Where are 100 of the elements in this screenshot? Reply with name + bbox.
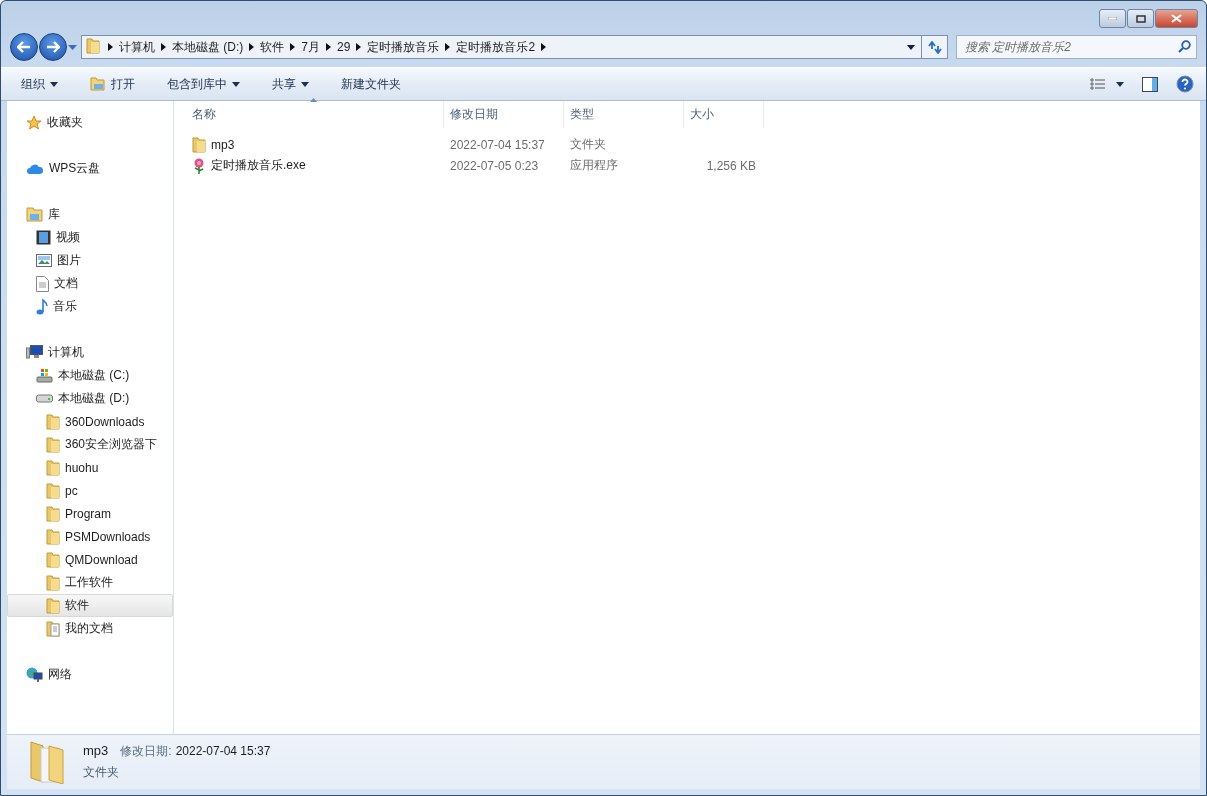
network-icon — [26, 666, 43, 683]
sidebar-item[interactable]: 库 — [7, 203, 173, 226]
toolbar-button[interactable]: 共享 — [264, 71, 317, 97]
minimize-button[interactable] — [1099, 9, 1126, 28]
folder-icon — [46, 528, 60, 545]
sidebar-item[interactable]: QMDownload — [7, 548, 173, 571]
breadcrumb[interactable]: 计算机 — [113, 38, 161, 56]
folder-icon — [46, 505, 60, 522]
recent-pages-caret-icon[interactable] — [68, 44, 77, 50]
sidebar-item[interactable]: 收藏夹 — [7, 111, 173, 134]
cloud-icon — [26, 162, 44, 175]
sidebar-item[interactable]: pc — [7, 479, 173, 502]
breadcrumb-arrow-icon[interactable] — [108, 43, 113, 51]
caret-icon — [1116, 81, 1124, 87]
drive-icon — [36, 368, 53, 383]
caret-icon — [50, 81, 58, 87]
sidebar-item[interactable]: 我的文档 — [7, 617, 173, 640]
help-icon[interactable] — [1176, 75, 1194, 93]
toolbar-button[interactable]: 组织 — [13, 71, 66, 97]
film-icon — [36, 230, 51, 245]
breadcrumb[interactable]: 7月 — [295, 38, 326, 56]
document-icon — [36, 275, 49, 292]
sidebar-item[interactable]: WPS云盘 — [7, 157, 173, 180]
library-icon — [26, 207, 43, 222]
breadcrumb-arrow-icon[interactable] — [161, 43, 166, 51]
column-header[interactable]: 修改日期 — [444, 101, 564, 128]
sidebar-item[interactable]: 图片 — [7, 249, 173, 272]
sidebar-item[interactable]: 360安全浏览器下 — [7, 433, 173, 456]
date-value: 2022-07-04 15:37 — [175, 744, 271, 758]
file-size-cell-text: 1,256 KB — [705, 158, 757, 173]
modified-date-cell-text: 2022-07-05 0:23 — [449, 158, 540, 173]
date-label: 修改日期: — [120, 743, 172, 760]
sidebar-item[interactable]: 计算机 — [7, 341, 173, 364]
folder-icon — [192, 136, 206, 153]
sidebar-item[interactable]: 文档 — [7, 272, 173, 295]
maximize-button[interactable] — [1127, 9, 1154, 28]
back-arrow-icon — [17, 41, 31, 53]
sidebar-item[interactable]: 视频 — [7, 226, 173, 249]
breadcrumb-arrow-icon[interactable] — [326, 43, 331, 51]
sidebar-item[interactable]: 工作软件 — [7, 571, 173, 594]
sidebar-item[interactable]: 音乐 — [7, 295, 173, 318]
file-name[interactable]: mp3 — [174, 136, 444, 153]
breadcrumb-arrow-icon[interactable] — [356, 43, 362, 51]
breadcrumb-arrow-icon[interactable] — [249, 43, 255, 51]
dropdown-caret-icon[interactable] — [907, 44, 915, 50]
large-folder-icon — [29, 740, 65, 784]
toolbar-button[interactable]: 新建文件夹 — [333, 71, 409, 97]
breadcrumb[interactable]: 29 — [331, 40, 357, 54]
item-name: mp3 — [83, 743, 109, 758]
forward-arrow-icon — [46, 41, 60, 53]
address-bar[interactable]: 计算机 本地磁盘 (D:) 软件 7月 29 定时播放音乐 定时播放音乐2 — [81, 35, 922, 59]
toolbar-button[interactable]: 打开 — [82, 71, 143, 97]
star-icon — [26, 114, 42, 131]
computer-icon — [26, 345, 43, 360]
sidebar-item[interactable]: 网络 — [7, 663, 173, 686]
sidebar-item[interactable]: PSMDownloads — [7, 525, 173, 548]
sidebar-item[interactable]: 本地磁盘 (C:) — [7, 364, 173, 387]
folder-icon — [46, 574, 60, 591]
minimize-icon — [1108, 17, 1117, 20]
search-icon[interactable] — [1178, 40, 1191, 53]
toolbar-button[interactable]: 包含到库中 — [159, 71, 248, 97]
breadcrumb[interactable]: 定时播放音乐 — [361, 38, 446, 56]
view-list-icon[interactable] — [1090, 78, 1106, 90]
column-header[interactable]: 大小 — [684, 101, 764, 128]
folder-icon — [46, 551, 60, 568]
search-field[interactable]: 搜索 定时播放音乐2 — [956, 35, 1197, 59]
caret-icon — [301, 81, 309, 87]
close-icon — [1171, 14, 1182, 23]
sidebar-item[interactable]: huohu — [7, 456, 173, 479]
item-type: 文件夹 — [83, 764, 120, 781]
open-folder-icon — [90, 77, 106, 91]
drive-icon — [36, 394, 53, 403]
sidebar-item[interactable]: 软件 — [7, 594, 173, 617]
file-type-cell-text: 文件夹 — [569, 136, 607, 153]
folder-icon — [46, 597, 60, 614]
refresh-button[interactable] — [922, 35, 948, 59]
file-name[interactable]: 定时播放音乐.exe — [174, 157, 444, 174]
picture-icon — [36, 254, 52, 267]
column-header[interactable]: 类型 — [564, 101, 684, 128]
folder-icon — [46, 436, 60, 453]
sidebar-item[interactable]: Program — [7, 502, 173, 525]
breadcrumb-arrow-icon[interactable] — [541, 43, 547, 51]
preview-pane-icon[interactable] — [1142, 76, 1158, 92]
folder-icon — [46, 620, 60, 637]
forward-button[interactable] — [39, 33, 67, 61]
file-type-cell-text: 应用程序 — [569, 157, 619, 174]
breadcrumb[interactable]: 软件 — [254, 38, 291, 56]
folder-icon — [86, 37, 100, 54]
back-button[interactable] — [10, 33, 38, 61]
breadcrumb[interactable]: 本地磁盘 (D:) — [166, 38, 250, 56]
breadcrumb-arrow-icon[interactable] — [290, 43, 296, 51]
modified-date-cell-text: 2022-07-04 15:37 — [449, 137, 546, 152]
flower-icon — [192, 157, 206, 174]
sidebar-item[interactable]: 本地磁盘 (D:) — [7, 387, 173, 410]
maximize-icon — [1135, 14, 1146, 23]
breadcrumb[interactable]: 定时播放音乐2 — [450, 38, 542, 56]
breadcrumb-arrow-icon[interactable] — [445, 43, 451, 51]
sidebar-item[interactable]: 360Downloads — [7, 410, 173, 433]
close-button[interactable] — [1155, 9, 1198, 28]
music-note-icon — [36, 298, 48, 315]
